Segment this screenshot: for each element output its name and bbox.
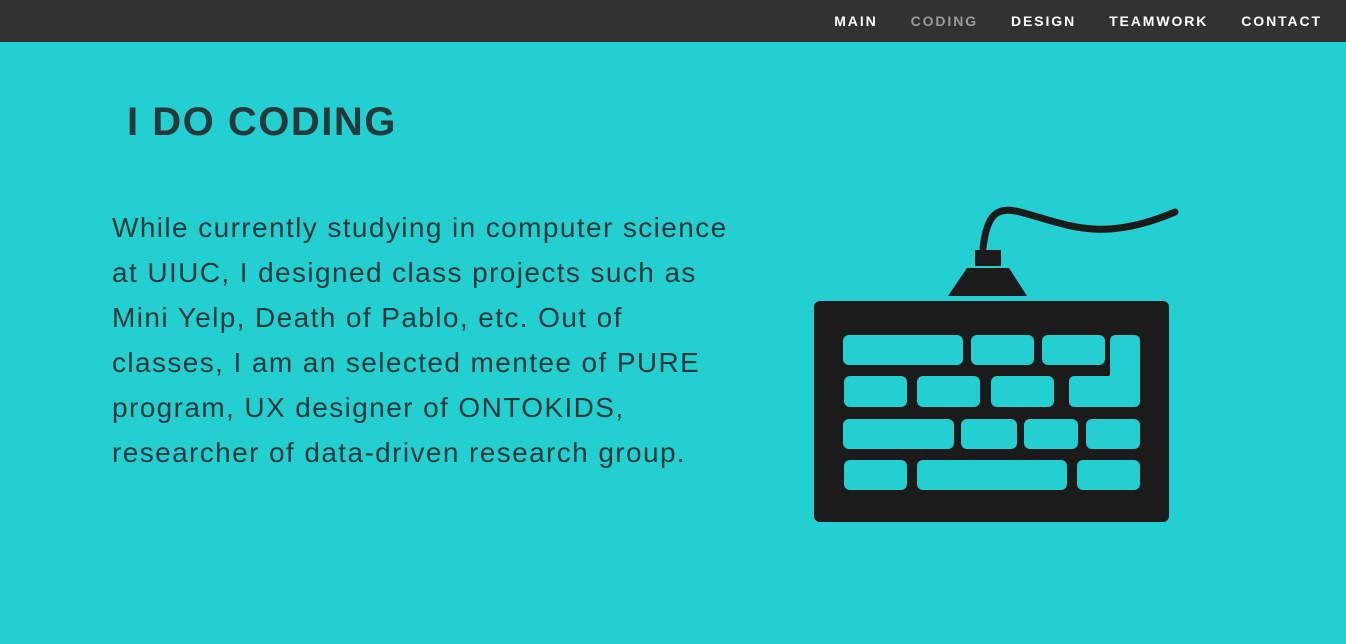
nav-item-coding[interactable]: CODING [911, 0, 978, 42]
keyboard-connector-neck [975, 250, 1001, 266]
nav-item-teamwork[interactable]: TEAMWORK [1109, 0, 1208, 42]
keyboard-connector-base [948, 268, 1027, 296]
keyboard-icon [814, 206, 1179, 522]
section-title: I DO CODING [127, 100, 397, 144]
nav-item-contact[interactable]: CONTACT [1241, 0, 1322, 42]
top-navbar: MAIN CODING DESIGN TEAMWORK CONTACT [0, 0, 1346, 42]
nav-item-main[interactable]: MAIN [834, 0, 877, 42]
nav-menu: MAIN CODING DESIGN TEAMWORK CONTACT [801, 0, 1322, 42]
nav-item-design[interactable]: DESIGN [1011, 0, 1076, 42]
section-description: While currently studying in computer sci… [112, 212, 728, 468]
coding-section: I DO CODING While currently studying in … [0, 42, 1346, 644]
keyboard-cable [979, 206, 1179, 252]
